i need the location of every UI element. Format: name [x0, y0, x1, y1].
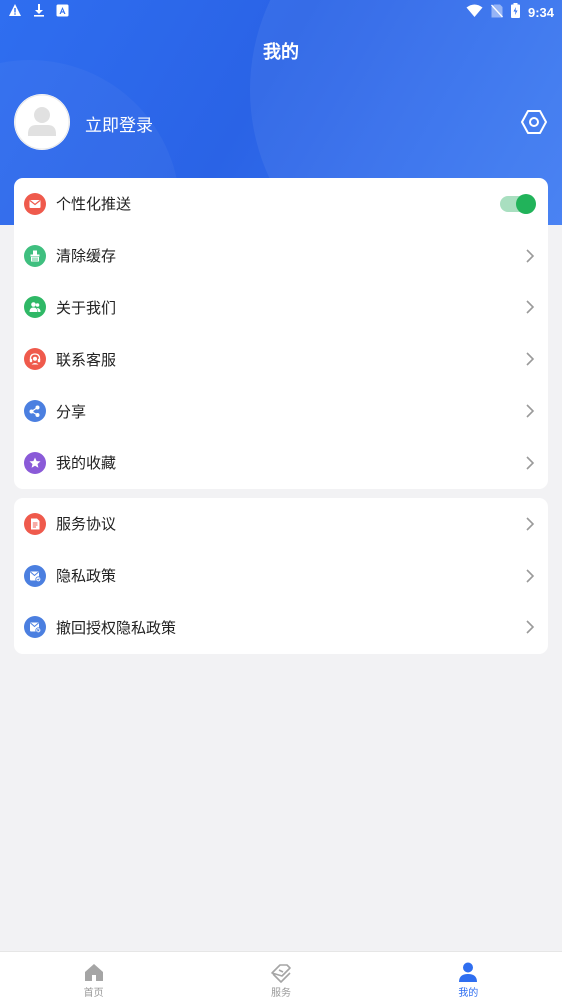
settings-card-primary: 个性化推送 清除缓存 关于我们 联系客服 分享 我的收藏 [14, 178, 548, 489]
nav-tab-home[interactable]: 首页 [0, 952, 187, 1000]
mail-icon [24, 192, 46, 215]
push-toggle[interactable] [500, 193, 536, 214]
menu-item-privacy-policy[interactable]: 隐私政策 [14, 550, 548, 602]
menu-item-label: 清除缓存 [56, 247, 117, 266]
menu-item-label: 分享 [56, 402, 87, 421]
people-icon [24, 296, 46, 319]
privacy-icon [24, 564, 46, 587]
chevron-right-icon [526, 249, 535, 263]
chevron-right-icon [526, 404, 535, 418]
settings-button[interactable] [520, 108, 548, 136]
menu-item-label: 我的收藏 [56, 454, 117, 473]
avatar-placeholder-icon [14, 94, 70, 150]
document-icon [24, 512, 46, 535]
bottom-navigation: 首页 服务 我的 [0, 951, 562, 1000]
status-bar: 9:34 [0, 0, 562, 24]
headset-icon [24, 348, 46, 371]
nav-tab-label: 我的 [458, 988, 479, 999]
chevron-right-icon [526, 352, 535, 366]
menu-item-service-agreement[interactable]: 服务协议 [14, 498, 548, 550]
nav-tab-label: 首页 [83, 988, 104, 999]
menu-item-contact-service[interactable]: 联系客服 [14, 333, 548, 385]
toggle-knob [516, 193, 536, 214]
broom-icon [24, 244, 46, 267]
settings-card-legal: 服务协议 隐私政策 撤回授权隐私政策 [14, 498, 548, 654]
download-icon [32, 3, 46, 21]
share-icon [24, 400, 46, 423]
no-sim-icon [490, 4, 503, 22]
star-icon [24, 451, 46, 474]
menu-item-label: 隐私政策 [56, 567, 117, 586]
menu-item-label: 服务协议 [56, 515, 117, 534]
avatar[interactable] [14, 94, 70, 150]
service-icon [271, 964, 291, 983]
nav-tab-service[interactable]: 服务 [187, 952, 374, 1000]
profile-row: 立即登录 [14, 94, 548, 150]
menu-item-label: 关于我们 [56, 298, 117, 317]
menu-item-share[interactable]: 分享 [14, 385, 548, 437]
revoke-privacy-icon [24, 616, 46, 639]
nav-tab-profile[interactable]: 我的 [375, 952, 562, 1000]
chevron-right-icon [526, 456, 535, 470]
login-link[interactable]: 立即登录 [85, 111, 153, 136]
chevron-right-icon [526, 569, 535, 583]
status-time: 9:34 [527, 5, 554, 20]
app-notification-icon [56, 4, 69, 21]
warning-icon [8, 3, 22, 21]
chevron-right-icon [526, 300, 535, 315]
menu-item-personalized-push[interactable]: 个性化推送 [14, 178, 548, 230]
menu-item-label: 个性化推送 [56, 195, 132, 214]
chevron-right-icon [526, 517, 535, 531]
menu-item-about-us[interactable]: 关于我们 [14, 282, 548, 334]
wifi-icon [466, 4, 483, 22]
profile-icon [459, 962, 478, 982]
battery-icon [510, 3, 520, 22]
menu-item-label: 撤回授权隐私政策 [56, 618, 177, 637]
chevron-right-icon [526, 620, 535, 635]
menu-item-clear-cache[interactable]: 清除缓存 [14, 230, 548, 282]
menu-item-label: 联系客服 [56, 350, 117, 369]
home-icon [84, 964, 103, 981]
nav-tab-label: 服务 [270, 988, 291, 999]
page-title: 我的 [263, 42, 299, 63]
settings-hexagon-icon [521, 110, 547, 134]
menu-item-my-favorites[interactable]: 我的收藏 [14, 437, 548, 489]
menu-item-revoke-privacy[interactable]: 撤回授权隐私政策 [14, 602, 548, 654]
